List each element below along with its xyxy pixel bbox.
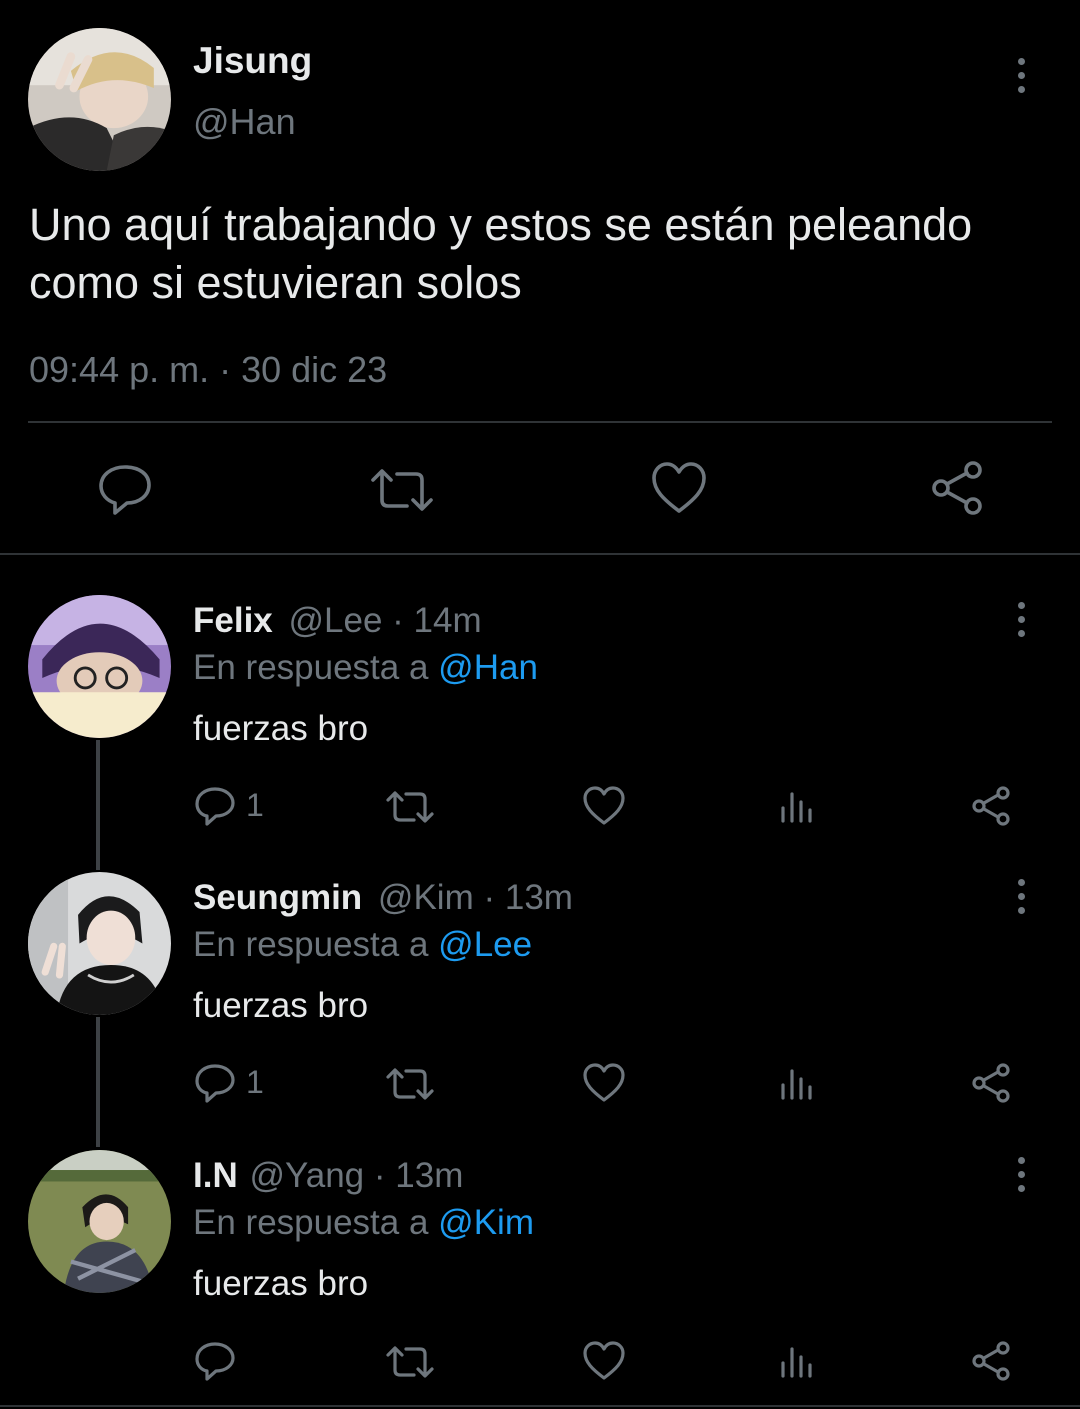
reply-prefix: En respuesta a bbox=[193, 648, 429, 687]
reply-text: fuerzas bro bbox=[193, 1264, 369, 1303]
handle[interactable]: @Yang bbox=[249, 1156, 364, 1195]
reply-header: Felix @Lee · 14m bbox=[193, 601, 482, 641]
like-icon[interactable] bbox=[583, 1063, 625, 1103]
reply-prefix: En respuesta a bbox=[193, 925, 429, 964]
handle[interactable]: @Lee bbox=[289, 601, 383, 640]
like-icon[interactable] bbox=[583, 786, 625, 826]
reply-time[interactable]: · 13m bbox=[483, 878, 572, 917]
share-icon[interactable] bbox=[929, 460, 985, 516]
more-options-icon[interactable] bbox=[1015, 879, 1027, 917]
bottom-divider bbox=[0, 1405, 1080, 1407]
reply-prefix: En respuesta a bbox=[193, 1203, 429, 1242]
reply-context: En respuesta a @Kim bbox=[193, 1203, 534, 1243]
retweet-icon[interactable] bbox=[385, 1066, 435, 1102]
retweet-icon[interactable] bbox=[385, 789, 435, 825]
tweet-text-line2: como si estuvieran solos bbox=[29, 257, 522, 308]
retweet-icon[interactable] bbox=[369, 466, 435, 514]
like-icon[interactable] bbox=[651, 461, 707, 515]
reply-header: I.N @Yang · 13m bbox=[193, 1156, 463, 1196]
more-options-icon[interactable] bbox=[1015, 1157, 1027, 1195]
reply-icon[interactable] bbox=[194, 1340, 236, 1382]
reply-context: En respuesta a @Lee bbox=[193, 925, 532, 965]
thread-connector bbox=[96, 740, 100, 870]
handle[interactable]: @Han bbox=[193, 101, 296, 143]
avatar-in[interactable] bbox=[28, 1150, 171, 1293]
share-icon[interactable] bbox=[970, 785, 1012, 827]
reply-time[interactable]: · 14m bbox=[392, 601, 481, 640]
reply-time[interactable]: · 13m bbox=[374, 1156, 463, 1195]
more-options-icon[interactable] bbox=[1015, 602, 1027, 640]
divider bbox=[28, 421, 1052, 423]
retweet-icon[interactable] bbox=[385, 1344, 435, 1380]
like-icon[interactable] bbox=[583, 1341, 625, 1381]
reply-icon[interactable] bbox=[97, 461, 153, 517]
reply-icon[interactable] bbox=[194, 785, 236, 827]
tweet-timestamp[interactable]: 09:44 p. m. · 30 dic 23 bbox=[29, 349, 387, 391]
display-name[interactable]: Felix bbox=[193, 601, 273, 640]
avatar-felix[interactable] bbox=[28, 595, 171, 738]
display-name[interactable]: I.N bbox=[193, 1156, 238, 1195]
thread-connector bbox=[96, 1017, 100, 1147]
avatar-seungmin[interactable] bbox=[28, 872, 171, 1015]
reply-icon[interactable] bbox=[194, 1062, 236, 1104]
tweet-text-line1: Uno aquí trabajando y estos se están pel… bbox=[29, 199, 973, 250]
reply-text: fuerzas bro bbox=[193, 986, 369, 1025]
reply-to-handle[interactable]: @Kim bbox=[438, 1203, 534, 1242]
display-name[interactable]: Seungmin bbox=[193, 878, 362, 917]
reply-to-handle[interactable]: @Lee bbox=[438, 925, 532, 964]
avatar-jisung[interactable] bbox=[28, 28, 171, 171]
reply-header: Seungmin @Kim · 13m bbox=[193, 878, 573, 918]
handle[interactable]: @Kim bbox=[378, 878, 474, 917]
reply-to-handle[interactable]: @Han bbox=[438, 648, 538, 687]
share-icon[interactable] bbox=[970, 1062, 1012, 1104]
analytics-icon[interactable] bbox=[779, 1345, 815, 1379]
reply-context: En respuesta a @Han bbox=[193, 648, 538, 688]
reply-count: 1 bbox=[246, 1064, 264, 1100]
more-options-icon[interactable] bbox=[1015, 58, 1027, 96]
display-name[interactable]: Jisung bbox=[193, 40, 312, 82]
analytics-icon[interactable] bbox=[779, 790, 815, 824]
reply-count: 1 bbox=[246, 787, 264, 823]
analytics-icon[interactable] bbox=[779, 1067, 815, 1101]
share-icon[interactable] bbox=[970, 1340, 1012, 1382]
section-divider bbox=[0, 553, 1080, 555]
reply-text: fuerzas bro bbox=[193, 709, 369, 748]
